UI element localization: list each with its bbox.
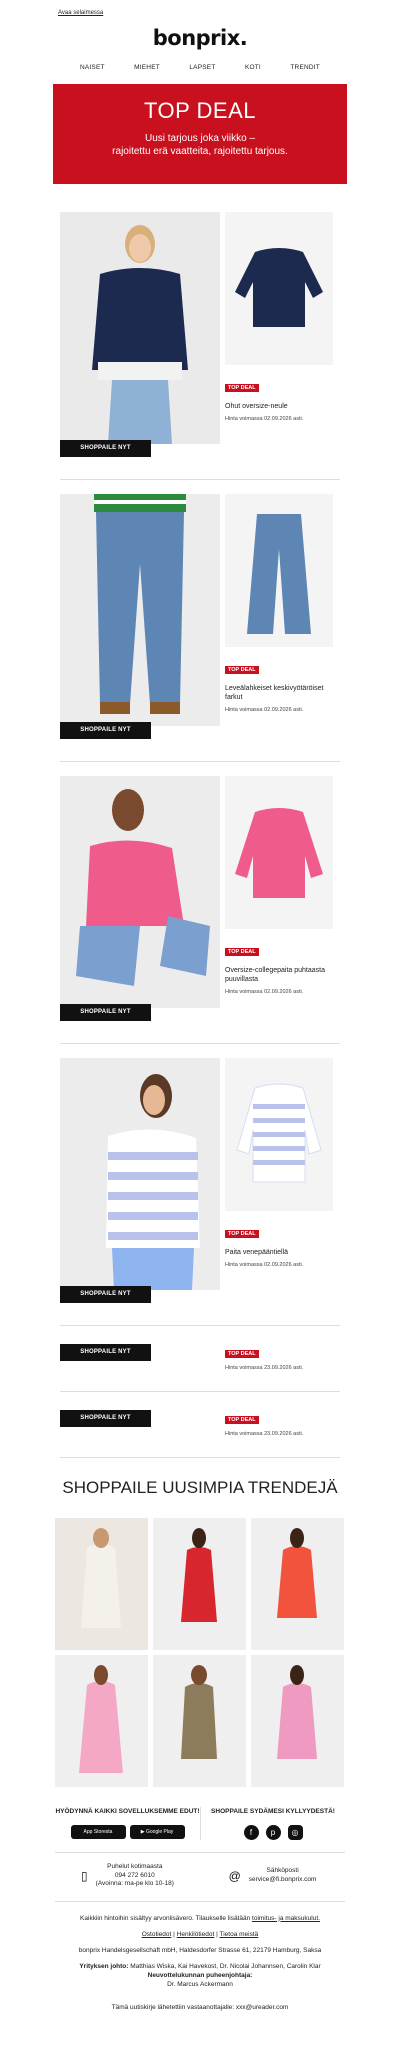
app-title: HYÖDYNNÄ KAIKKI SOVELLUKSEMME EDUT!	[55, 1808, 200, 1815]
shop-now-button[interactable]: SHOPPAILE NYT	[60, 1410, 151, 1427]
product-card: TOP DEAL Ohut oversize-neule Hinta voima…	[60, 198, 340, 480]
shop-now-button[interactable]: SHOPPAILE NYT	[60, 722, 151, 739]
model-photo[interactable]	[60, 776, 220, 1008]
price-validity: Hinta voimassa 02.09.2026 asti.	[225, 416, 304, 422]
board-label: Neuvottelukunnan puheenjohtaja:	[147, 1971, 253, 1979]
price-validity: Hinta voimassa 02.09.2026 asti.	[225, 1262, 304, 1268]
management-label: Yrityksen johto:	[79, 1962, 129, 1970]
mini-deal-row: SHOPPAILE NYT TOP DEAL Hinta voimassa 23…	[60, 1326, 340, 1392]
shop-now-button[interactable]: SHOPPAILE NYT	[60, 1344, 151, 1361]
price-validity: Hinta voimassa 23.09.2026 asti.	[225, 1431, 304, 1437]
nav-koti[interactable]: KOTI	[245, 64, 261, 84]
purchase-info-link[interactable]: Ostotiedot	[142, 1931, 172, 1938]
top-nav: NAISET MIEHET LAPSET KOTI TRENDIT	[80, 58, 320, 84]
nav-trendit[interactable]: TRENDIT	[290, 64, 320, 84]
privacy-link[interactable]: Henkilötiedot	[177, 1931, 215, 1938]
shipping-costs-link[interactable]: toimitus- ja maksukulut.	[252, 1915, 320, 1922]
prices-note: Kaikkiin hintoihin sisältyy arvonlisäver…	[80, 1914, 251, 1922]
price-validity: Hinta voimassa 02.09.2026 asti.	[225, 707, 304, 713]
top-deal-badge: TOP DEAL	[225, 384, 259, 392]
shop-now-button[interactable]: SHOPPAILE NYT	[60, 1004, 151, 1021]
product-card: TOP DEAL Leveälahkeiset keskivyötäröiset…	[60, 480, 340, 762]
trend-photo[interactable]	[251, 1518, 344, 1650]
product-photo[interactable]	[225, 776, 333, 929]
company-address: bonprix Handelsgesellschaft mbH, Haldesd…	[78, 1946, 322, 1954]
product-name[interactable]: Oversize-collegepaita puhtaasta puuvilla…	[225, 966, 335, 984]
phone-number[interactable]: 094 272 6010	[96, 1872, 174, 1881]
email-label: Sähköposti	[266, 1867, 299, 1875]
nav-naiset[interactable]: NAISET	[80, 64, 105, 84]
bonprix-logo[interactable]: bonprix.	[153, 26, 248, 50]
management-names: Matthias Wiska, Kai Havekost, Dr. Nicola…	[130, 1962, 321, 1970]
about-link[interactable]: Tietoa meistä	[219, 1931, 258, 1938]
shop-now-button[interactable]: SHOPPAILE NYT	[60, 1286, 151, 1303]
phone-label: Puhelut kotimaasta	[107, 1863, 163, 1870]
product-photo[interactable]	[225, 494, 333, 647]
facebook-icon[interactable]: f	[243, 1825, 259, 1840]
google-play-label: Google Play	[146, 1829, 174, 1835]
recipient-note: Tämä uutiskirje lähetettiin vastaanottaj…	[111, 2003, 289, 2011]
play-icon: ▶	[140, 1829, 145, 1835]
contact-row: ▯ Puhelut kotimaasta 094 272 6010 (Avoin…	[55, 1853, 345, 1902]
app-social-row: HYÖDYNNÄ KAIKKI SOVELLUKSEMME EDUT! App …	[55, 1807, 345, 1853]
mini-deal-row: SHOPPAILE NYT TOP DEAL Hinta voimassa 23…	[60, 1392, 340, 1458]
link-separator: |	[173, 1930, 175, 1938]
link-separator: |	[216, 1930, 218, 1938]
nav-miehet[interactable]: MIEHET	[134, 64, 160, 84]
product-name[interactable]: Paita venepääntiellä	[225, 1248, 335, 1257]
model-photo[interactable]	[60, 494, 220, 726]
email-address[interactable]: service@fi.bonprix.com	[249, 1876, 317, 1885]
hero-title: TOP DEAL	[143, 98, 256, 123]
footer: Kaikkiin hintoihin sisältyy arvonlisäver…	[55, 1902, 345, 2012]
open-in-browser-link[interactable]: Avaa selaimessa	[0, 0, 400, 22]
nav-lapset[interactable]: LAPSET	[189, 64, 215, 84]
product-card: TOP DEAL Oversize-collegepaita puhtaasta…	[60, 762, 340, 1044]
product-photo[interactable]	[225, 1058, 333, 1211]
google-play-button[interactable]: ▶ Google Play	[129, 1825, 185, 1839]
top-deal-badge: TOP DEAL	[225, 666, 259, 674]
board-chair: Dr. Marcus Ackermann	[167, 1980, 233, 1988]
price-validity: Hinta voimassa 23.09.2026 asti.	[225, 1365, 304, 1371]
product-card: TOP DEAL Paita venepääntiellä Hinta voim…	[60, 1044, 340, 1326]
instagram-icon[interactable]: ◎	[287, 1825, 303, 1840]
hero-subtitle-line2: rajoitettu erä vaatteita, rajoitettu tar…	[112, 146, 288, 157]
email-page: Avaa selaimessa bonprix. NAISET MIEHET L…	[0, 0, 400, 2047]
model-photo[interactable]	[60, 1058, 220, 1290]
app-store-button[interactable]: App Storesta	[70, 1825, 126, 1839]
top-deal-banner[interactable]: TOP DEAL Uusi tarjous joka viikko – rajo…	[53, 84, 347, 184]
phone-icon: ▯	[81, 1868, 88, 1883]
model-photo[interactable]	[60, 212, 220, 444]
trend-photo[interactable]	[251, 1655, 344, 1787]
price-validity: Hinta voimassa 02.09.2026 asti.	[225, 989, 304, 995]
top-deal-badge: TOP DEAL	[225, 1350, 259, 1358]
product-name[interactable]: Ohut oversize-neule	[225, 402, 335, 411]
shop-now-button[interactable]: SHOPPAILE NYT	[60, 440, 151, 457]
pinterest-icon[interactable]: p	[265, 1825, 281, 1840]
trend-photo[interactable]	[153, 1655, 246, 1787]
social-title: SHOPPAILE SYDÄMESI KYLLYYDESTÄ!	[211, 1808, 335, 1815]
trends-title: SHOPPAILE UUSIMPIA TRENDEJÄ	[62, 1478, 338, 1497]
top-deal-badge: TOP DEAL	[225, 948, 259, 956]
trend-photo[interactable]	[55, 1518, 148, 1650]
trend-photo[interactable]	[55, 1655, 148, 1787]
app-store-label: App Storesta	[83, 1829, 113, 1835]
top-deal-badge: TOP DEAL	[225, 1416, 259, 1424]
hero-subtitle-line1: Uusi tarjous joka viikko –	[144, 133, 256, 144]
product-photo[interactable]	[225, 212, 333, 365]
top-deal-badge: TOP DEAL	[225, 1230, 259, 1238]
phone-hours: (Avoinna: ma-pe klo 10-18)	[95, 1880, 174, 1887]
trend-photo[interactable]	[153, 1518, 246, 1650]
product-name[interactable]: Leveälahkeiset keskivyötäröiset farkut	[225, 684, 335, 702]
trends-grid	[55, 1518, 345, 1787]
at-icon: @	[228, 1868, 241, 1883]
